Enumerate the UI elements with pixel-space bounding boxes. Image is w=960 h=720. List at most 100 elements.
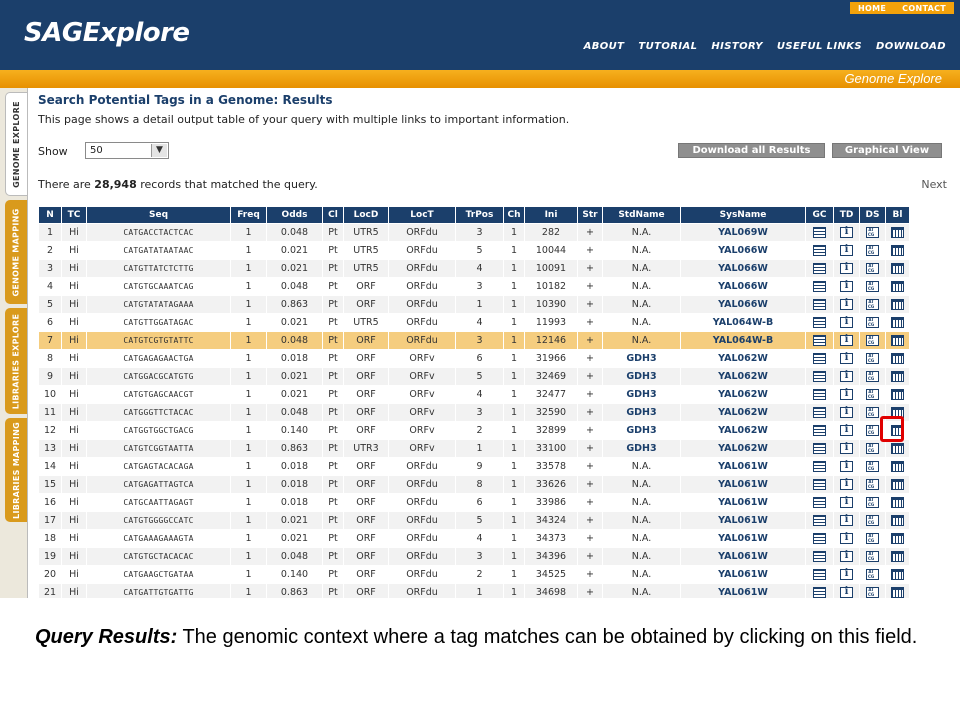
cell-sysname[interactable]: YAL066W [681, 278, 805, 295]
cell-sysname[interactable]: YAL061W [681, 494, 805, 511]
cell-stdname[interactable]: GDH3 [603, 350, 680, 367]
cell-gc[interactable] [806, 224, 833, 241]
cell-td[interactable] [834, 224, 859, 241]
td-info-icon[interactable] [840, 316, 853, 328]
bl-blast-icon[interactable] [891, 461, 904, 472]
cell-td[interactable] [834, 494, 859, 511]
contact-link[interactable]: CONTACT [894, 4, 954, 13]
td-info-icon[interactable] [840, 406, 853, 418]
cell-stdname[interactable]: GDH3 [603, 404, 680, 421]
cell-sysname[interactable]: YAL061W [681, 530, 805, 547]
cell-bl[interactable] [886, 458, 909, 475]
cell-td[interactable] [834, 476, 859, 493]
cell-sysname[interactable]: YAL061W [681, 548, 805, 565]
gc-icon[interactable] [813, 443, 826, 454]
gc-icon[interactable] [813, 425, 826, 436]
chevron-down-icon[interactable]: ▼ [151, 144, 167, 157]
cell-gc[interactable] [806, 332, 833, 349]
cell-td[interactable] [834, 440, 859, 457]
cell-gc[interactable] [806, 386, 833, 403]
cell-sysname[interactable]: YAL062W [681, 404, 805, 421]
cell-ds[interactable] [860, 440, 885, 457]
gc-icon[interactable] [813, 281, 826, 292]
cell-gc[interactable] [806, 548, 833, 565]
td-info-icon[interactable] [840, 244, 853, 256]
bl-blast-icon[interactable] [891, 515, 904, 526]
bl-blast-icon[interactable] [891, 245, 904, 256]
cell-bl[interactable] [886, 440, 909, 457]
tab-genome-explore[interactable]: GENOME EXPLORE [5, 92, 27, 196]
cell-sysname[interactable]: YAL062W [681, 368, 805, 385]
cell-td[interactable] [834, 458, 859, 475]
ds-sequence-icon[interactable] [866, 551, 879, 562]
bl-blast-icon[interactable] [891, 281, 904, 292]
cell-bl[interactable] [886, 296, 909, 313]
gc-icon[interactable] [813, 317, 826, 328]
cell-sysname[interactable]: YAL061W [681, 566, 805, 583]
ds-sequence-icon[interactable] [866, 443, 879, 454]
td-info-icon[interactable] [840, 334, 853, 346]
gc-icon[interactable] [813, 371, 826, 382]
cell-sysname[interactable]: YAL062W [681, 440, 805, 457]
cell-ds[interactable] [860, 494, 885, 511]
tab-libraries-explore[interactable]: LIBRARIES EXPLORE [5, 308, 27, 414]
bl-blast-icon[interactable] [891, 317, 904, 328]
cell-bl[interactable] [886, 386, 909, 403]
cell-ds[interactable] [860, 458, 885, 475]
cell-bl[interactable] [886, 494, 909, 511]
cell-stdname[interactable]: GDH3 [603, 422, 680, 439]
gc-icon[interactable] [813, 389, 826, 400]
nav-useful-links[interactable]: USEFUL LINKS [777, 41, 862, 52]
cell-bl[interactable] [886, 512, 909, 529]
gc-icon[interactable] [813, 497, 826, 508]
gc-icon[interactable] [813, 407, 826, 418]
ds-sequence-icon[interactable] [866, 569, 879, 580]
graphical-view-button[interactable]: Graphical View [832, 143, 942, 158]
td-info-icon[interactable] [840, 532, 853, 544]
cell-bl[interactable] [886, 332, 909, 349]
cell-gc[interactable] [806, 440, 833, 457]
cell-stdname[interactable]: GDH3 [603, 386, 680, 403]
cell-ds[interactable] [860, 386, 885, 403]
td-info-icon[interactable] [840, 568, 853, 580]
cell-gc[interactable] [806, 278, 833, 295]
cell-ds[interactable] [860, 314, 885, 331]
nav-download[interactable]: DOWNLOAD [876, 41, 946, 52]
gc-icon[interactable] [813, 335, 826, 346]
td-info-icon[interactable] [840, 370, 853, 382]
cell-bl[interactable] [886, 530, 909, 547]
ds-sequence-icon[interactable] [866, 227, 879, 238]
bl-blast-icon[interactable] [891, 497, 904, 508]
cell-bl[interactable] [886, 224, 909, 241]
gc-icon[interactable] [813, 533, 826, 544]
cell-td[interactable] [834, 512, 859, 529]
td-info-icon[interactable] [840, 442, 853, 454]
ds-sequence-icon[interactable] [866, 245, 879, 256]
bl-blast-icon[interactable] [891, 353, 904, 364]
gc-icon[interactable] [813, 587, 826, 598]
cell-bl[interactable] [886, 548, 909, 565]
cell-bl[interactable] [886, 350, 909, 367]
bl-blast-icon[interactable] [891, 389, 904, 400]
gc-icon[interactable] [813, 299, 826, 310]
td-info-icon[interactable] [840, 352, 853, 364]
ds-sequence-icon[interactable] [866, 317, 879, 328]
cell-sysname[interactable]: YAL062W [681, 422, 805, 439]
cell-gc[interactable] [806, 422, 833, 439]
cell-td[interactable] [834, 350, 859, 367]
td-info-icon[interactable] [840, 460, 853, 472]
ds-sequence-icon[interactable] [866, 479, 879, 490]
cell-td[interactable] [834, 278, 859, 295]
td-info-icon[interactable] [840, 424, 853, 436]
ds-sequence-icon[interactable] [866, 533, 879, 544]
ds-sequence-icon[interactable] [866, 425, 879, 436]
cell-ds[interactable] [860, 260, 885, 277]
cell-gc[interactable] [806, 350, 833, 367]
cell-gc[interactable] [806, 584, 833, 598]
cell-ds[interactable] [860, 548, 885, 565]
cell-gc[interactable] [806, 458, 833, 475]
td-info-icon[interactable] [840, 280, 853, 292]
cell-gc[interactable] [806, 242, 833, 259]
gc-icon[interactable] [813, 569, 826, 580]
ds-sequence-icon[interactable] [866, 353, 879, 364]
